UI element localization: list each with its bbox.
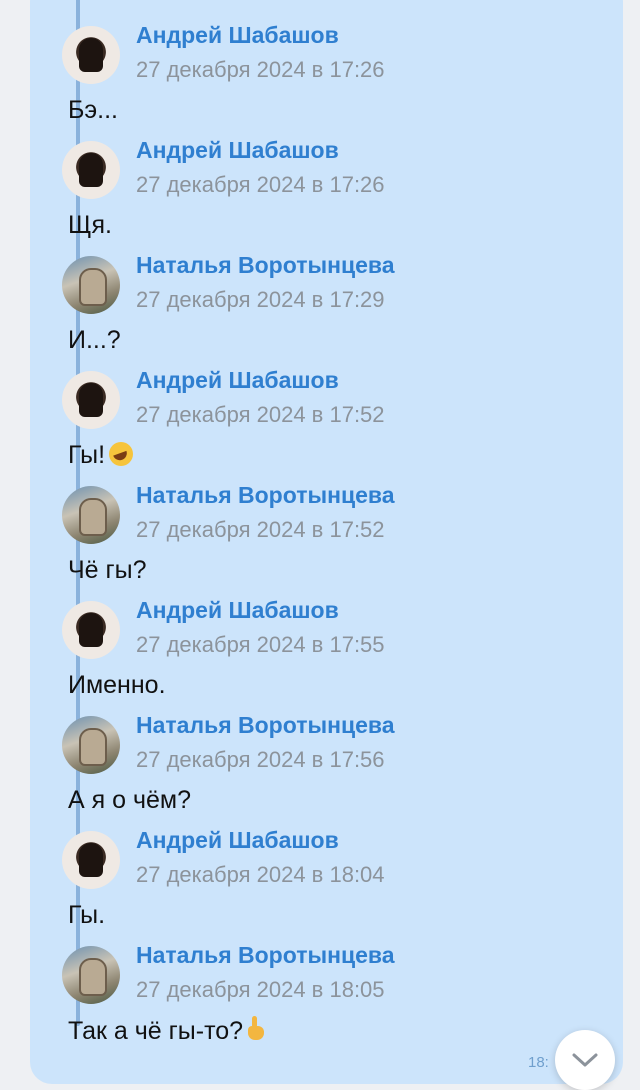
message-text-content: Именно. xyxy=(68,671,166,699)
message-text: Щя. xyxy=(68,211,112,240)
natalia-avatar[interactable] xyxy=(62,946,120,1004)
message-text-content: Гы. xyxy=(68,901,106,929)
message-text-content: И...? xyxy=(68,326,121,354)
message-item: Наталья Воротынцева 27 декабря 2024 в 18:… xyxy=(62,938,602,1053)
author-name[interactable]: Наталья Воротынцева xyxy=(136,482,395,509)
avatar-photo xyxy=(79,383,103,417)
message-timestamp: 27 декабря 2024 в 17:55 xyxy=(136,632,385,657)
message-item: Наталья Воротынцева 27 декабря 2024 в 17:… xyxy=(62,478,602,593)
message-timestamp: 27 декабря 2024 в 18:04 xyxy=(136,862,385,887)
rolling-laughing-emoji xyxy=(109,442,134,466)
pointing-up-emoji xyxy=(247,1016,265,1042)
author-name[interactable]: Наталья Воротынцева xyxy=(136,942,395,969)
author-name[interactable]: Андрей Шабашов xyxy=(136,137,339,164)
message-text: А я о чём? xyxy=(68,786,191,815)
message-item: Андрей Шабашов 27 декабря 2024 в 17:52 Гы! xyxy=(62,363,602,478)
author-name[interactable]: Наталья Воротынцева xyxy=(136,712,395,739)
message-item: Андрей Шабашов 27 декабря 2024 в 17:26 Щя. xyxy=(62,133,602,248)
message-text-content: Бэ... xyxy=(68,96,118,124)
message-text: Так а чё гы-то? xyxy=(68,1016,265,1046)
message-item: Андрей Шабашов 27 декабря 2024 в 18:04 Гы. xyxy=(62,823,602,938)
natalia-avatar[interactable] xyxy=(62,486,120,544)
author-name[interactable]: Андрей Шабашов xyxy=(136,827,339,854)
avatar-photo xyxy=(79,958,107,996)
message-text: И...? xyxy=(68,326,121,355)
avatar-photo xyxy=(79,498,107,536)
author-name[interactable]: Наталья Воротынцева xyxy=(136,252,395,279)
message-item: Андрей Шабашов 27 декабря 2024 в 17:26 Бэ.… xyxy=(62,18,602,133)
message-text-content: Щя. xyxy=(68,211,112,239)
message-text: Бэ... xyxy=(68,96,118,125)
andrey-avatar[interactable] xyxy=(62,26,120,84)
bubble-timestamp: 18: xyxy=(528,1054,549,1071)
message-timestamp: 27 декабря 2024 в 17:52 xyxy=(136,402,385,427)
message-timestamp: 27 декабря 2024 в 17:56 xyxy=(136,747,385,772)
message-timestamp: 27 декабря 2024 в 17:26 xyxy=(136,172,385,197)
message-text-content: Гы! xyxy=(68,441,106,469)
andrey-avatar[interactable] xyxy=(62,601,120,659)
avatar-photo xyxy=(79,728,107,766)
andrey-avatar[interactable] xyxy=(62,141,120,199)
natalia-avatar[interactable] xyxy=(62,716,120,774)
natalia-avatar[interactable] xyxy=(62,256,120,314)
andrey-avatar[interactable] xyxy=(62,371,120,429)
message-text: Гы! xyxy=(68,441,134,470)
message-text: Чё гы? xyxy=(68,556,147,585)
author-name[interactable]: Андрей Шабашов xyxy=(136,22,339,49)
avatar-photo xyxy=(79,38,103,72)
andrey-avatar[interactable] xyxy=(62,831,120,889)
message-item: Наталья Воротынцева 27 декабря 2024 в 17:… xyxy=(62,248,602,363)
message-text: Именно. xyxy=(68,671,166,700)
avatar-photo xyxy=(79,843,103,877)
avatar-photo xyxy=(79,613,103,647)
message-item: Андрей Шабашов 27 декабря 2024 в 17:55 Име… xyxy=(62,593,602,708)
message-timestamp: 27 декабря 2024 в 17:29 xyxy=(136,287,385,312)
chevron-down-icon xyxy=(572,1053,598,1067)
author-name[interactable]: Андрей Шабашов xyxy=(136,367,339,394)
message-text-content: Так а чё гы-то? xyxy=(68,1017,244,1045)
scroll-down-button[interactable] xyxy=(555,1030,615,1090)
avatar-photo xyxy=(79,153,103,187)
author-name[interactable]: Андрей Шабашов xyxy=(136,597,339,624)
message-text-content: А я о чём? xyxy=(68,786,191,814)
avatar-photo xyxy=(79,268,107,306)
message-text-content: Чё гы? xyxy=(68,556,147,584)
message-item: Наталья Воротынцева 27 декабря 2024 в 17:… xyxy=(62,708,602,823)
message-timestamp: 27 декабря 2024 в 17:26 xyxy=(136,57,385,82)
message-timestamp: 27 декабря 2024 в 17:52 xyxy=(136,517,385,542)
message-timestamp: 27 декабря 2024 в 18:05 xyxy=(136,977,385,1002)
message-text: Гы. xyxy=(68,901,105,930)
